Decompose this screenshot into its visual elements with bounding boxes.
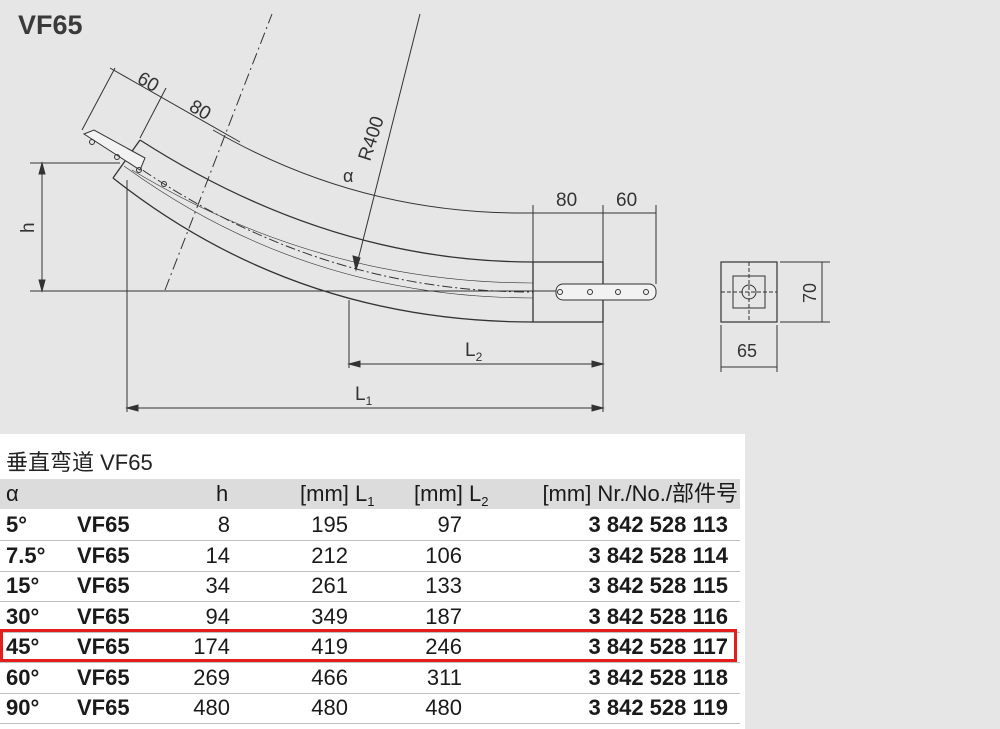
table-row: 30° VF65 94 349 187 3 842 528 116 [0,602,740,633]
profile-width-label: 65 [737,341,757,361]
l2-label: L2 [465,340,483,364]
cell-model: VF65 [77,542,130,568]
cell-h: 34 [205,573,230,598]
cell-model: VF65 [77,573,130,598]
ext-line-a [81,67,116,131]
plate-hole [89,139,95,145]
cell-angle: 7.5° [6,542,46,568]
cell-angle: 15° [6,573,40,598]
cell-h: 94 [205,603,230,629]
cell-part: 3 842 528 114 [588,542,728,568]
highlight-box [0,629,737,662]
l2-arrow-left [347,360,361,368]
alpha-label: α [343,166,353,186]
product-title: VF65 [18,10,83,40]
technical-drawing: VF65 60 80 R400 α 80 60 h L2 L1 70 65 [0,0,1000,434]
cell-l1: 261 [311,573,348,598]
cell-model: VF65 [77,603,130,629]
cell-angle: 60° [6,664,40,690]
cell-h: 14 [205,542,230,568]
l1-arrow-left [125,404,139,412]
h-label: h [18,222,39,233]
dim-60-straight-label: 60 [616,190,637,211]
l1-arrow-right [591,404,605,412]
header-part-number: [mm] Nr./No./部件号 [542,481,738,506]
table-header-row: α h [mm] L1 [mm] L2 [mm] Nr./No./部件号 [0,479,740,509]
cell-l2: 97 [437,512,462,537]
table-row: 90° VF65 480 480 480 3 842 528 119 [0,693,740,724]
cell-l2: 133 [425,573,462,598]
cell-l2: 106 [425,542,462,568]
cell-angle: 5° [6,512,28,537]
dim-line-60-80 [109,67,241,143]
cell-l2: 480 [425,695,462,720]
cell-l1: 195 [311,512,348,537]
cell-angle: 30° [6,603,40,629]
curve-inner-edge [112,177,534,323]
cell-part: 3 842 528 115 [588,573,728,598]
table-row: 5° VF65 8 195 97 3 842 528 113 [0,510,740,541]
curve-outer-edge [139,139,534,263]
cell-l1: 349 [311,603,348,629]
curve-groove-2 [123,165,534,299]
curve-centerline [127,159,534,293]
cell-part: 3 842 528 118 [588,664,728,690]
header-h: h [216,481,229,506]
connector-plate-left [82,129,146,171]
cell-h: 8 [217,512,230,537]
cell-model: VF65 [77,695,130,720]
cell-part: 3 842 528 113 [588,512,728,537]
radial-centerline [164,13,273,291]
cell-part: 3 842 528 119 [588,695,728,720]
curve-groove-1 [131,169,534,284]
cell-l1: 466 [311,664,348,690]
dim-80-straight-label: 80 [556,190,577,211]
cell-part: 3 842 528 116 [588,603,728,629]
cell-l2: 311 [426,664,462,690]
ext-line-b [139,87,167,139]
cell-l2: 187 [425,603,462,629]
h-arrow-top [38,161,46,175]
spec-table: α h [mm] L1 [mm] L2 [mm] Nr./No./部件号 5° V… [0,479,740,729]
cell-model: VF65 [77,512,130,537]
connector-plate-right [555,283,657,301]
cell-angle: 90° [6,695,40,720]
l2-arrow-right [591,360,605,368]
cell-h: 269 [193,664,230,690]
profile-height-label: 70 [800,283,820,303]
cell-l1: 480 [311,695,348,720]
cell-h: 480 [193,695,230,720]
side-panel [745,434,1000,729]
cell-l1: 212 [311,542,348,568]
drawing-svg: 60 80 R400 α 80 60 h L2 L1 70 65 [18,13,830,412]
table-row: 60° VF65 269 466 311 3 842 528 118 [0,663,740,694]
l1-label: L1 [355,384,373,408]
dim-80-label: 80 [186,96,215,125]
table-row: 7.5° VF65 14 212 106 3 842 528 114 [0,541,740,572]
table-caption: 垂直弯道 VF65 [6,450,153,475]
dim-60-label: 60 [134,68,163,97]
header-angle: α [6,481,19,506]
table-row: 15° VF65 34 261 133 3 842 528 115 [0,571,740,602]
cell-model: VF65 [77,664,130,690]
h-arrow-bottom [38,279,46,293]
